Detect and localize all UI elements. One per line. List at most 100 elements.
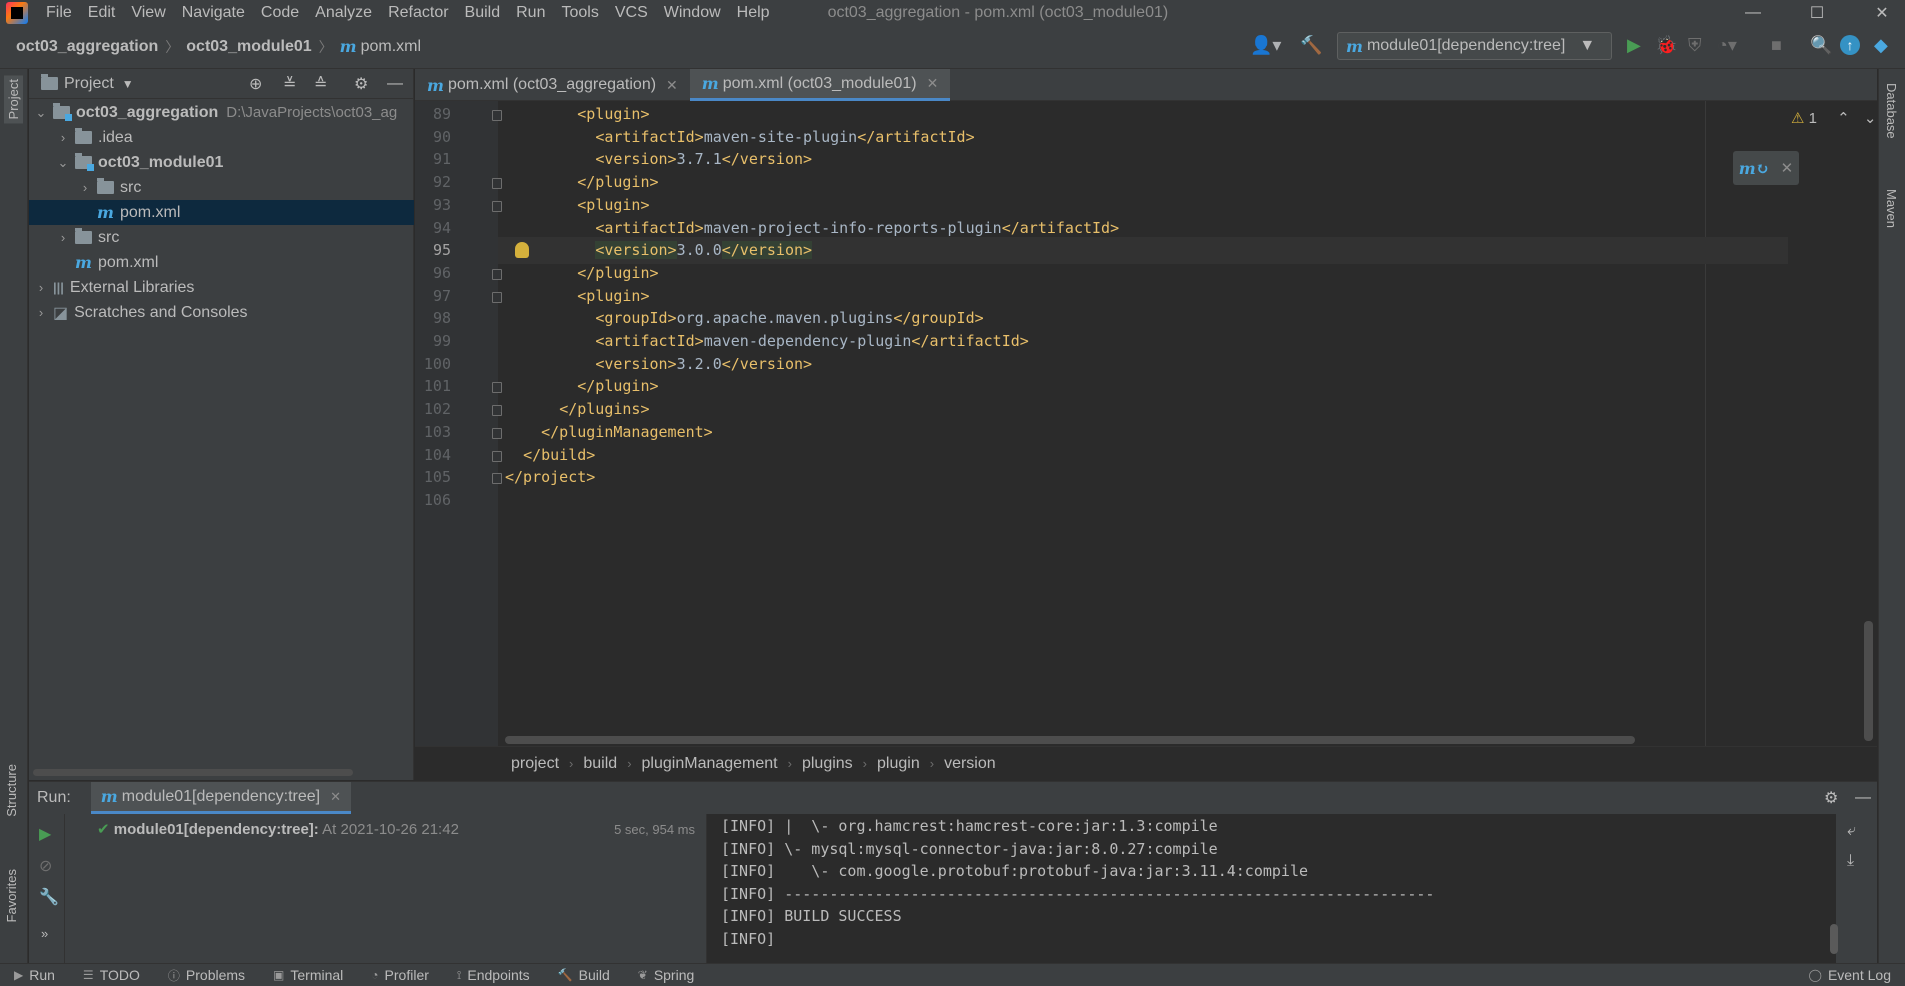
tool-window-run[interactable]: ▶ Run bbox=[14, 967, 55, 983]
chevron-down-icon[interactable]: ⌄ bbox=[55, 155, 71, 171]
soft-wrap-icon[interactable]: ⤶ bbox=[1847, 822, 1856, 840]
menu-item-refactor[interactable]: Refactor bbox=[380, 4, 456, 22]
locate-file-icon[interactable]: ⊕ bbox=[249, 74, 262, 94]
code-editor[interactable]: 89 90 91 92 93 94 95 96 97 98 99 100 101 102 103 104 105… bbox=[415, 101, 1877, 746]
tool-window-profiler[interactable]: ◔ Profiler bbox=[371, 967, 429, 983]
menu-item-build[interactable]: Build bbox=[457, 4, 509, 22]
menu-item-analyze[interactable]: Analyze bbox=[307, 4, 380, 22]
minimize-button[interactable]: — bbox=[1730, 0, 1776, 25]
chevron-right-icon[interactable]: › bbox=[33, 305, 49, 320]
console-scrollbar[interactable] bbox=[1830, 924, 1838, 954]
fold-marker-icon[interactable] bbox=[492, 200, 502, 212]
chevron-right-icon[interactable]: › bbox=[33, 280, 49, 295]
tool-window-problems[interactable]: ⓘ Problems bbox=[168, 967, 245, 984]
chevron-right-icon[interactable]: › bbox=[77, 180, 93, 195]
tree-item[interactable]: › ||| External Libraries bbox=[29, 275, 414, 300]
tool-window-todo[interactable]: ☰ TODO bbox=[83, 967, 140, 983]
tree-item[interactable]: › src bbox=[29, 225, 414, 250]
editor-breadcrumb-item[interactable]: project bbox=[511, 755, 559, 773]
close-icon[interactable]: ✕ bbox=[1781, 159, 1794, 177]
editor-breadcrumb-item[interactable]: plugin bbox=[877, 755, 920, 773]
maven-reload-icon[interactable]: m↻ bbox=[1739, 159, 1769, 178]
more-icon[interactable]: » bbox=[41, 926, 48, 941]
tree-item[interactable]: m pom.xml bbox=[29, 200, 414, 225]
fold-marker-icon[interactable] bbox=[492, 110, 502, 121]
editor-breadcrumb-item[interactable]: plugins bbox=[802, 755, 853, 773]
menu-item-window[interactable]: Window bbox=[656, 4, 729, 22]
fold-marker-icon[interactable] bbox=[492, 450, 502, 462]
project-tool-tab[interactable]: Project bbox=[4, 75, 23, 124]
tool-window-spring[interactable]: ❦ Spring bbox=[638, 967, 695, 983]
collapse-all-icon[interactable]: ≙ bbox=[314, 74, 327, 94]
menu-item-navigate[interactable]: Navigate bbox=[174, 4, 253, 22]
tab-pom-aggregation[interactable]: m pom.xml (oct03_aggregation) ✕ bbox=[415, 69, 690, 101]
maven-tool-tab[interactable]: Maven bbox=[1884, 189, 1899, 228]
console-output[interactable]: [INFO] | \- org.hamcrest:hamcrest-core:j… bbox=[706, 814, 1836, 964]
tree-item[interactable]: m pom.xml bbox=[29, 250, 414, 275]
run-configuration-select[interactable]: m module01[dependency:tree] ▼ bbox=[1337, 32, 1612, 60]
profile-icon[interactable]: ◔▾ bbox=[1717, 35, 1737, 56]
inspection-widget[interactable]: ⚠ 1 ⌃ ⌄ bbox=[1791, 109, 1876, 127]
tool-window-endpoints[interactable]: ⟟ Endpoints bbox=[457, 967, 530, 983]
debug-icon[interactable]: 🐞 bbox=[1655, 35, 1677, 56]
menu-item-vcs[interactable]: VCS bbox=[607, 4, 656, 22]
chevron-right-icon[interactable]: › bbox=[55, 130, 71, 145]
hide-panel-icon[interactable]: — bbox=[1855, 789, 1871, 807]
tree-item[interactable]: › ◪ Scratches and Consoles bbox=[29, 300, 414, 325]
gear-icon[interactable]: ⚙ bbox=[354, 74, 368, 94]
tool-window-build[interactable]: 🔨 Build bbox=[558, 967, 610, 983]
tree-item[interactable]: ⌄ oct03_aggregation D:\JavaProjects\oct03_… bbox=[29, 100, 414, 125]
close-window-button[interactable]: ✕ bbox=[1859, 0, 1905, 25]
menu-item-file[interactable]: File bbox=[38, 4, 80, 22]
run-icon[interactable]: ▶ bbox=[1627, 35, 1641, 56]
fold-marker-icon[interactable] bbox=[492, 268, 502, 280]
project-view-title[interactable]: Project bbox=[64, 75, 114, 93]
chevron-down-icon[interactable]: ⌄ bbox=[33, 105, 49, 121]
fold-marker-icon[interactable] bbox=[492, 178, 502, 190]
menu-item-help[interactable]: Help bbox=[729, 4, 778, 22]
favorites-tool-tab[interactable]: Favorites bbox=[4, 869, 19, 922]
run-tab[interactable]: m module01[dependency:tree] ✕ bbox=[90, 782, 352, 814]
search-icon[interactable]: 🔍 bbox=[1810, 35, 1832, 56]
intention-bulb-icon[interactable] bbox=[515, 242, 529, 259]
fold-marker-icon[interactable] bbox=[492, 291, 502, 303]
gear-icon[interactable]: ⚙ bbox=[1824, 788, 1838, 808]
run-tree-item[interactable]: ✔ module01[dependency:tree]: At 2021-10-… bbox=[97, 820, 459, 838]
project-horizontal-scrollbar[interactable] bbox=[33, 769, 353, 776]
breadcrumb-module[interactable]: oct03_module01 bbox=[186, 38, 311, 56]
tool-window-terminal[interactable]: ▣ Terminal bbox=[273, 967, 343, 983]
plugin-icon[interactable]: ◆ bbox=[1874, 35, 1888, 56]
menu-item-view[interactable]: View bbox=[123, 4, 173, 22]
hide-panel-icon[interactable]: — bbox=[387, 75, 403, 93]
user-account-icon[interactable]: 👤▾ bbox=[1250, 35, 1281, 56]
database-tool-tab[interactable]: Database bbox=[1884, 83, 1899, 139]
editor-breadcrumb-item[interactable]: version bbox=[944, 755, 996, 773]
update-icon[interactable]: ↑ bbox=[1840, 35, 1860, 55]
close-tab-icon[interactable]: ✕ bbox=[666, 77, 678, 94]
breadcrumb-project[interactable]: oct03_aggregation bbox=[16, 38, 158, 56]
scroll-to-end-icon[interactable]: ⤓ bbox=[1847, 852, 1854, 870]
expand-all-icon[interactable]: ≚ bbox=[283, 74, 296, 94]
editor-breadcrumb-item[interactable]: build bbox=[583, 755, 617, 773]
editor-horizontal-scrollbar[interactable] bbox=[505, 736, 1635, 744]
maximize-button[interactable]: ☐ bbox=[1794, 0, 1840, 25]
menu-item-edit[interactable]: Edit bbox=[80, 4, 124, 22]
tab-pom-module01[interactable]: m pom.xml (oct03_module01) ✕ bbox=[689, 69, 951, 101]
fold-marker-icon[interactable] bbox=[492, 473, 502, 485]
structure-tool-tab[interactable]: Structure bbox=[4, 764, 19, 817]
tree-item[interactable]: › .idea bbox=[29, 125, 414, 150]
rerun-icon[interactable]: ▶ bbox=[39, 824, 51, 844]
editor-vertical-scrollbar[interactable] bbox=[1864, 621, 1873, 741]
fold-marker-icon[interactable] bbox=[492, 382, 502, 394]
tree-item[interactable]: ⌄ oct03_module01 bbox=[29, 150, 414, 175]
chevron-right-icon[interactable]: › bbox=[55, 230, 71, 245]
toggle-offline-icon[interactable]: ⊘ bbox=[39, 856, 52, 876]
event-log[interactable]: ◯ Event Log bbox=[1809, 967, 1892, 983]
fold-marker-icon[interactable] bbox=[492, 427, 502, 439]
close-tab-icon[interactable]: ✕ bbox=[330, 789, 341, 805]
stop-icon[interactable]: ■ bbox=[1771, 35, 1782, 56]
chevron-up-icon[interactable]: ⌃ bbox=[1837, 110, 1850, 127]
tree-item[interactable]: › src bbox=[29, 175, 414, 200]
coverage-icon[interactable]: ⛨ bbox=[1688, 35, 1702, 56]
build-hammer-icon[interactable]: 🔨 bbox=[1300, 35, 1322, 56]
